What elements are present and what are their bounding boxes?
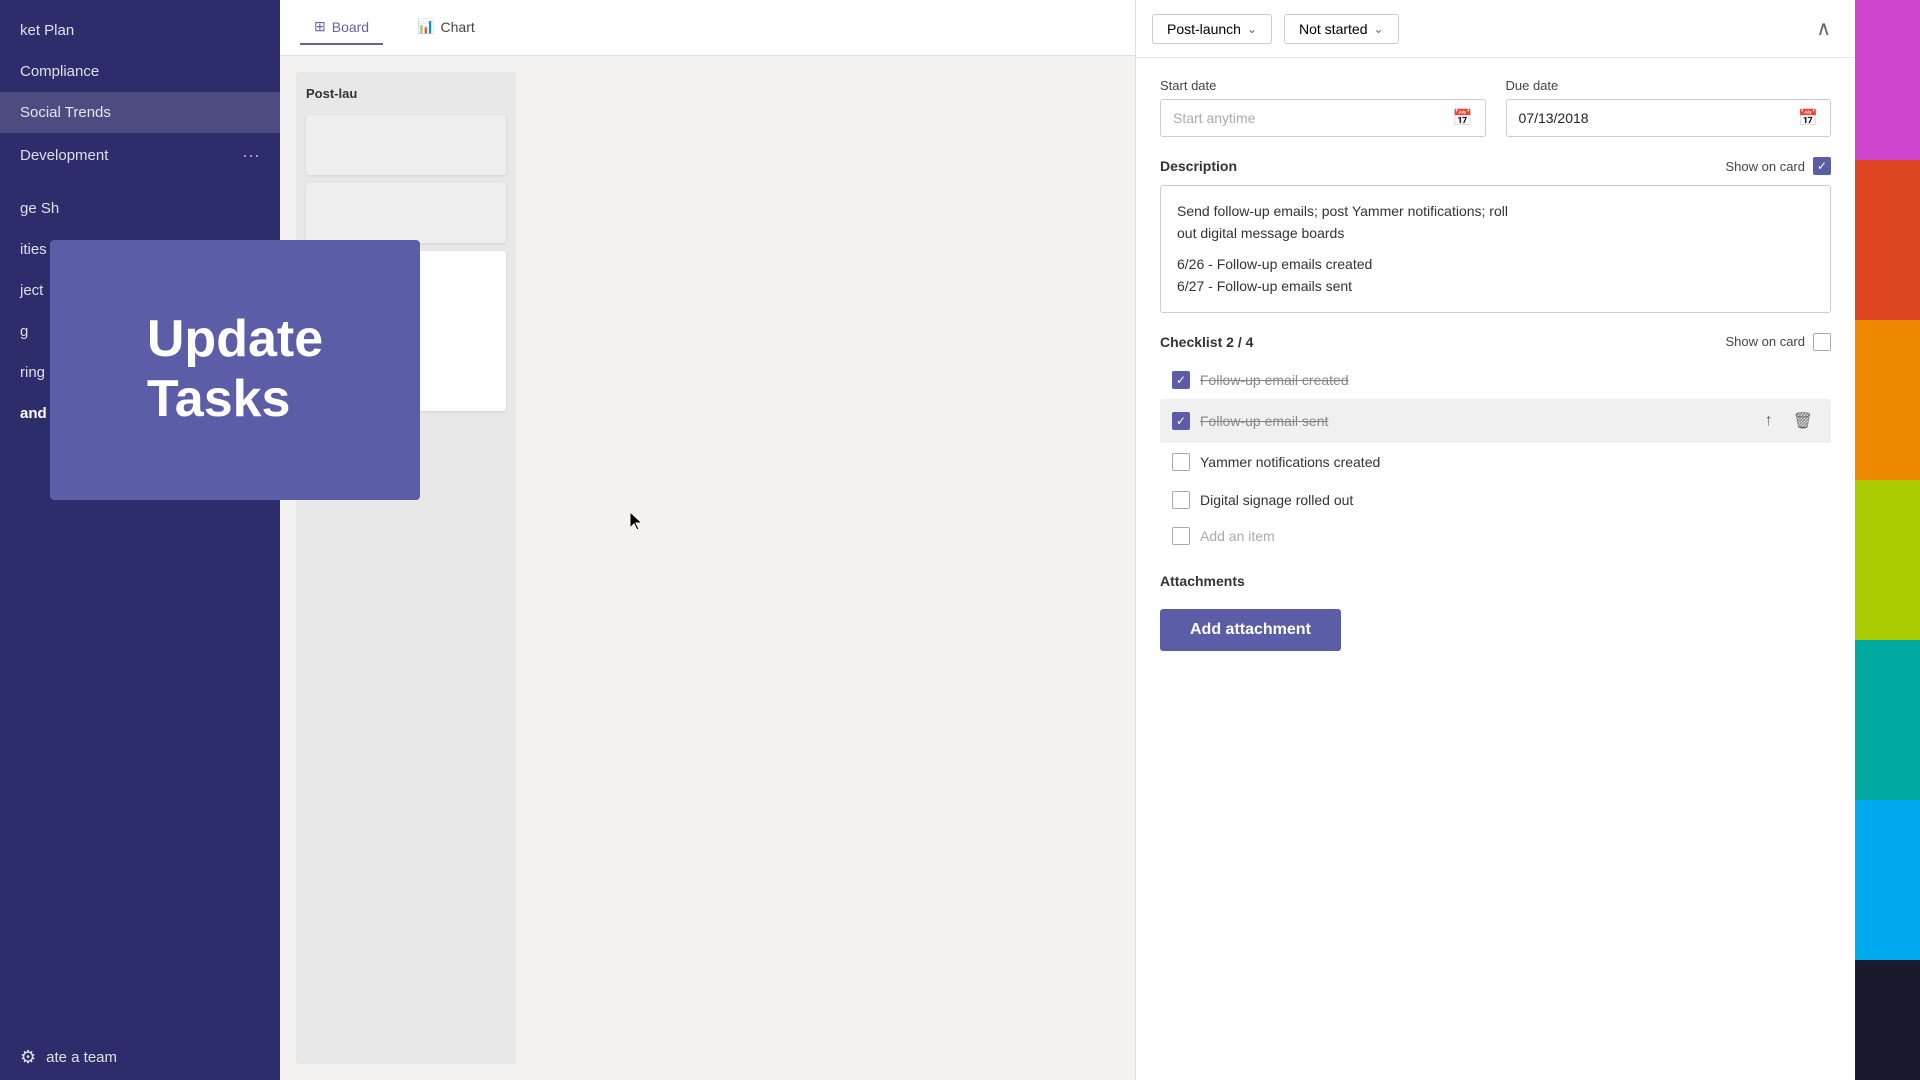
checklist-section: Checklist 2 / 4 Show on card ✓ Follow-up… <box>1160 333 1831 553</box>
checklist-item-4-text: Digital signage rolled out <box>1200 492 1819 508</box>
checklist-checkbox-4[interactable] <box>1172 491 1190 509</box>
checklist-checkbox-1[interactable]: ✓ <box>1172 371 1190 389</box>
add-item-checkbox <box>1172 527 1190 545</box>
task-header: Post-launch ⌄ Not started ⌄ ∧ <box>1136 0 1855 58</box>
sidebar: ket Plan Compliance Social Trends Develo… <box>0 0 280 1080</box>
start-date-label: Start date <box>1160 78 1486 93</box>
description-title: Description <box>1160 158 1237 174</box>
checklist-item-2-actions: ↑ 🗑 <box>1759 409 1819 433</box>
sidebar-item-social-trends[interactable]: Social Trends <box>0 92 280 133</box>
board-content: Post-lau Send t Send fo notifica 6/26 - … <box>280 56 1135 1080</box>
calendar-icon-start: 📅 <box>1453 108 1473 128</box>
sidebar-item-compliance[interactable]: Compliance <box>0 51 280 92</box>
color-swatch-magenta[interactable] <box>1855 0 1920 160</box>
board-column-post-launch: Post-lau Send t Send fo notifica 6/26 - … <box>296 72 516 1064</box>
calendar-icon-due: 📅 <box>1798 108 1818 128</box>
color-swatch-teal[interactable] <box>1855 640 1920 800</box>
checklist-item-4: Digital signage rolled out <box>1160 481 1831 519</box>
color-swatch-cyan[interactable] <box>1855 800 1920 960</box>
task-body: Start date Start anytime 📅 Due date 07/1… <box>1136 58 1855 1080</box>
color-swatch-yellow-green[interactable] <box>1855 480 1920 640</box>
tab-chart[interactable]: 📊 Chart <box>403 10 489 45</box>
task-detail-panel: Post-launch ⌄ Not started ⌄ ∧ Start date… <box>1135 0 1855 1080</box>
checklist-item-1-text: Follow-up email created <box>1200 372 1819 388</box>
checklist-show-label: Show on card <box>1726 334 1806 349</box>
attachments-title: Attachments <box>1160 573 1831 589</box>
attachments-section: Attachments Add attachment <box>1160 573 1831 651</box>
chevron-down-icon-2: ⌄ <box>1373 22 1383 36</box>
board-card-placeholder-1[interactable] <box>306 115 506 175</box>
checklist-item-3: Yammer notifications created <box>1160 443 1831 481</box>
description-content: Send follow-up emails; post Yammer notif… <box>1160 185 1831 313</box>
color-swatch-red-orange[interactable] <box>1855 160 1920 320</box>
checklist-title: Checklist 2 / 4 <box>1160 334 1253 350</box>
update-tasks-text: Update Tasks <box>117 290 353 450</box>
description-show-on-card: Show on card ✓ <box>1726 157 1832 175</box>
add-item-placeholder: Add an item <box>1200 528 1275 544</box>
checklist-checkbox-3[interactable] <box>1172 453 1190 471</box>
color-panel <box>1855 0 1920 1080</box>
due-date-input[interactable]: 07/13/2018 📅 <box>1506 99 1832 137</box>
close-icon: ∧ <box>1816 18 1831 40</box>
due-date-label: Due date <box>1506 78 1832 93</box>
move-up-button[interactable]: ↑ <box>1759 410 1779 432</box>
board-header: ⊞ Board 📊 Chart <box>280 0 1135 56</box>
close-panel-button[interactable]: ∧ <box>1808 12 1839 45</box>
date-fields-row: Start date Start anytime 📅 Due date 07/1… <box>1160 78 1831 137</box>
add-attachment-button[interactable]: Add attachment <box>1160 609 1341 651</box>
tab-board[interactable]: ⊞ Board <box>300 10 383 45</box>
description-header: Description Show on card ✓ <box>1160 157 1831 175</box>
dots-menu-icon[interactable]: ··· <box>242 145 260 166</box>
start-date-input[interactable]: Start anytime 📅 <box>1160 99 1486 137</box>
desc-line-2: out digital message boards <box>1177 222 1814 244</box>
checklist-show-on-card: Show on card <box>1726 333 1832 351</box>
description-show-checkbox[interactable]: ✓ <box>1813 157 1831 175</box>
add-item-row[interactable]: Add an item <box>1160 519 1831 553</box>
checklist-checkbox-2[interactable]: ✓ <box>1172 412 1190 430</box>
checklist-header: Checklist 2 / 4 Show on card <box>1160 333 1831 351</box>
sidebar-item-development[interactable]: Development ··· <box>0 133 280 178</box>
board-card-placeholder-2[interactable] <box>306 183 506 243</box>
gear-icon: ⚙ <box>20 1047 36 1068</box>
sidebar-item-ge-sh[interactable]: ge Sh <box>0 188 280 229</box>
sidebar-item-market-plan[interactable]: ket Plan <box>0 10 280 51</box>
start-date-group: Start date Start anytime 📅 <box>1160 78 1486 137</box>
due-date-group: Due date 07/13/2018 📅 <box>1506 78 1832 137</box>
checklist-item-3-text: Yammer notifications created <box>1200 454 1819 470</box>
chart-icon: 📊 <box>417 18 434 35</box>
checklist-show-checkbox[interactable] <box>1813 333 1831 351</box>
checklist-item-2: ✓ Follow-up email sent ↑ 🗑 <box>1160 399 1831 443</box>
chevron-down-icon: ⌄ <box>1247 22 1257 36</box>
color-swatch-orange[interactable] <box>1855 320 1920 480</box>
desc-line-1: Send follow-up emails; post Yammer notif… <box>1177 200 1814 222</box>
due-date-value: 07/13/2018 <box>1519 110 1589 126</box>
phase-dropdown[interactable]: Post-launch ⌄ <box>1152 14 1272 44</box>
board-icon: ⊞ <box>314 18 326 35</box>
desc-line-3: 6/26 - Follow-up emails created <box>1177 253 1814 275</box>
show-on-card-label: Show on card <box>1726 159 1806 174</box>
board-area: ⊞ Board 📊 Chart Post-lau Send t Send fo … <box>280 0 1135 1080</box>
column-header: Post-lau <box>306 82 506 105</box>
create-team-link[interactable]: ⚙ ate a team <box>0 1035 280 1080</box>
update-tasks-overlay: Update Tasks <box>50 240 420 500</box>
delete-item-button[interactable]: 🗑 <box>1787 409 1819 433</box>
checklist-item-1: ✓ Follow-up email created <box>1160 361 1831 399</box>
status-dropdown[interactable]: Not started ⌄ <box>1284 14 1399 44</box>
start-date-placeholder: Start anytime <box>1173 110 1255 126</box>
desc-line-4: 6/27 - Follow-up emails sent <box>1177 275 1814 297</box>
checklist-item-2-text: Follow-up email sent <box>1200 413 1749 429</box>
